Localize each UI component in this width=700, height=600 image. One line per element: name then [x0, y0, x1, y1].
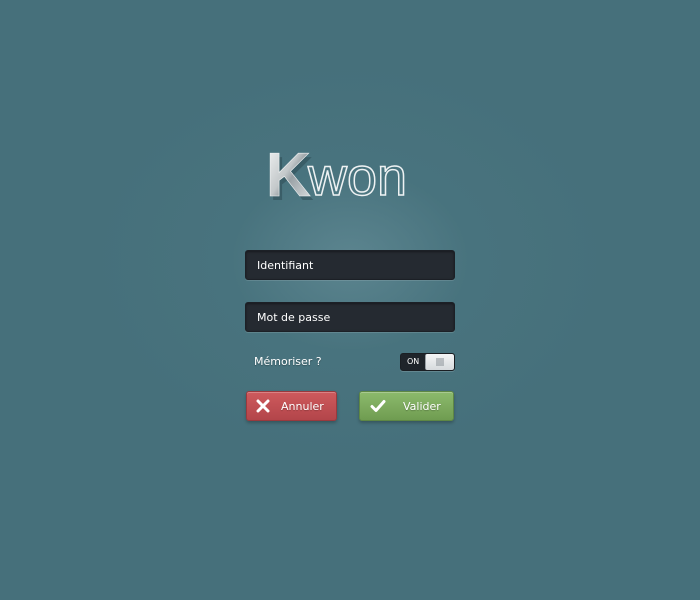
logo-initial: K	[266, 141, 311, 208]
toggle-knob[interactable]	[425, 354, 454, 370]
kwon-logo: K K won	[262, 138, 438, 208]
cancel-button[interactable]: Annuler	[246, 391, 337, 421]
remember-label: Mémoriser ?	[254, 355, 322, 368]
logo-graphic: K K won	[266, 141, 408, 208]
login-panel: K K won Mémoriser ? ON Annuler Valider	[0, 0, 700, 600]
remember-toggle[interactable]: ON	[400, 353, 455, 371]
close-icon	[256, 399, 270, 413]
password-input[interactable]	[245, 302, 455, 332]
validate-button-label: Valider	[403, 400, 441, 413]
grip-icon	[436, 358, 444, 366]
cancel-button-label: Annuler	[281, 400, 324, 413]
logo-rest: won	[307, 147, 407, 207]
checkmark-icon	[370, 400, 386, 412]
toggle-state-label: ON	[407, 357, 420, 366]
username-input[interactable]	[245, 250, 455, 280]
validate-button[interactable]: Valider	[359, 391, 454, 421]
